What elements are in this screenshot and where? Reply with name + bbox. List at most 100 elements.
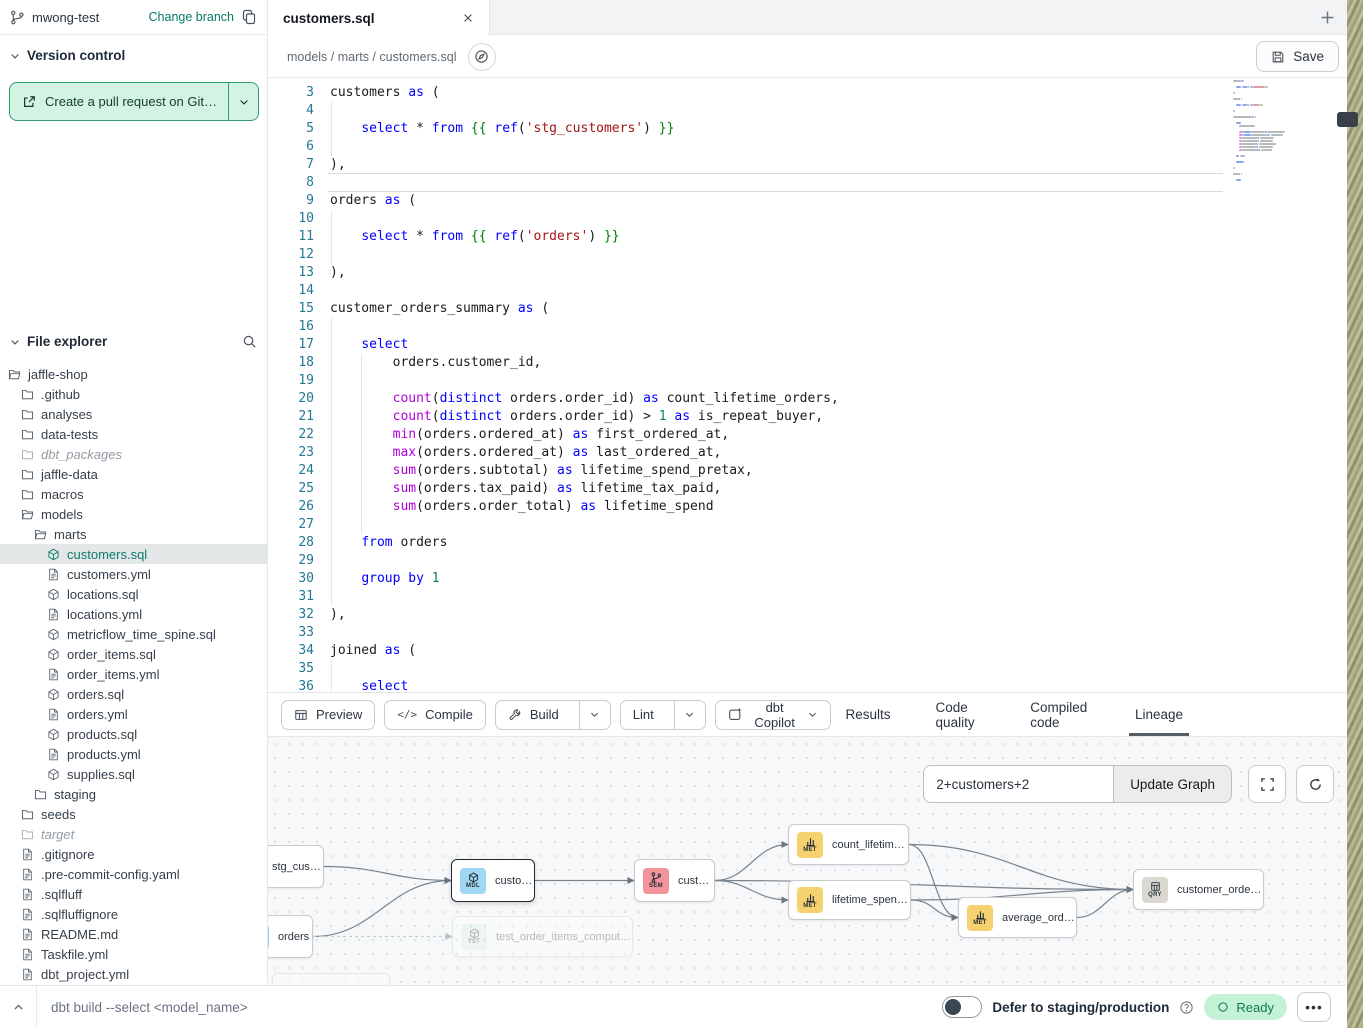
lineage-node-test_node[interactable]: TSTtest_order_items_compute_to_bools… [452,916,633,957]
line-number: 4 [268,102,314,120]
lineage-panel[interactable]: MDLstg_customers MDLorders MDLcustomers TST… [268,737,1347,985]
tree-item-metricflow_time_spine.sql[interactable]: metricflow_time_spine.sql [0,624,267,644]
line-content: count(distinct orders.order_id) as count… [314,390,839,408]
help-icon[interactable] [1179,1000,1194,1015]
lineage-selector-input[interactable] [923,765,1113,803]
refresh-button[interactable] [1296,765,1334,803]
tree-item-.pre-commit-config.yaml[interactable]: .pre-commit-config.yaml [0,864,267,884]
line-content: group by 1 [314,570,440,588]
tree-item-dbt_packages[interactable]: dbt_packages [0,444,267,464]
defer-toggle[interactable] [942,996,982,1018]
tree-item-macros[interactable]: macros [0,484,267,504]
tree-item-Taskfile.yml[interactable]: Taskfile.yml [0,944,267,964]
compile-button[interactable]: </> Compile [384,700,486,730]
copy-icon[interactable] [241,9,257,25]
create-pr-button[interactable]: Create a pull request on Git… [9,82,259,121]
tree-item-label: locations.sql [67,587,139,602]
command-text[interactable]: dbt build --select <model_name> [51,1000,248,1015]
line-number: 16 [268,318,314,336]
build-caret[interactable] [579,701,610,729]
tree-item-customers.sql[interactable]: customers.sql [0,544,267,564]
model-icon [47,548,60,561]
code-line-36: 36 select [268,678,1347,692]
line-content [314,210,330,228]
update-graph-button[interactable]: Update Graph [1113,765,1232,803]
tree-item-.sqlfluffignore[interactable]: .sqlfluffignore [0,904,267,924]
change-branch-link[interactable]: Change branch [149,10,234,24]
panel-tab-compiled-code[interactable]: Compiled code [1024,693,1096,736]
preview-button[interactable]: Preview [281,700,375,730]
scrollbar-thumb[interactable] [1337,112,1358,127]
code-line-27: 27 [268,516,1347,534]
tree-item-label: jaffle-shop [28,367,88,382]
line-content [314,660,330,678]
file-explorer-header[interactable]: File explorer [0,330,267,349]
tree-item-label: README.md [41,927,118,942]
tree-item-.sqlfluff[interactable]: .sqlfluff [0,884,267,904]
tree-item-customers.yml[interactable]: customers.yml [0,564,267,584]
panel-tab-code-quality[interactable]: Code quality [930,693,992,736]
tree-item-.github[interactable]: .github [0,384,267,404]
new-tab-icon[interactable] [1319,9,1336,26]
tab-customers-sql[interactable]: customers.sql [268,0,490,36]
tree-item-marts[interactable]: marts [0,524,267,544]
panel-tab-results[interactable]: Results [840,693,897,736]
tree-item-data-tests[interactable]: data-tests [0,424,267,444]
lineage-node-customers_mdl[interactable]: MDLcustomers [451,859,535,902]
tree-item-README.md[interactable]: README.md [0,924,267,944]
lineage-node-orders_src[interactable]: MDLorders [268,915,313,958]
tree-item-models[interactable]: models [0,504,267,524]
lineage-node-stg_customers[interactable]: MDLstg_customers [268,845,324,888]
tree-item-jaffle-shop[interactable]: jaffle-shop [0,364,267,384]
fullscreen-button[interactable] [1248,765,1286,803]
lineage-node-customer_order_metrics[interactable]: QRYcustomer_order_metrics [1133,869,1264,910]
create-pr-caret[interactable] [228,83,258,120]
version-control-title: Version control [27,48,125,63]
tree-item-products.sql[interactable]: products.sql [0,724,267,744]
tree-item-jaffle-data[interactable]: jaffle-data [0,464,267,484]
status-bar: dbt build --select <model_name> Defer to… [0,985,1347,1028]
tree-item-orders.yml[interactable]: orders.yml [0,704,267,724]
tree-item-orders.sql[interactable]: orders.sql [0,684,267,704]
folder-icon [21,388,34,401]
version-control-header[interactable]: Version control [9,48,258,63]
tree-item-seeds[interactable]: seeds [0,804,267,824]
tree-item-analyses[interactable]: analyses [0,404,267,424]
tree-item-locations.yml[interactable]: locations.yml [0,604,267,624]
tree-item-supplies.sql[interactable]: supplies.sql [0,764,267,784]
close-icon[interactable] [462,12,474,24]
code-editor[interactable]: 3customers as (45 select * from {{ ref('… [268,78,1347,692]
panel-tab-lineage[interactable]: Lineage [1129,693,1189,736]
met-badge-icon: MET [797,832,823,858]
compass-icon[interactable] [468,43,496,71]
tree-item-label: customers.sql [67,547,147,562]
lint-button[interactable]: Lint [621,701,666,729]
code-line-14: 14 [268,282,1347,300]
code-line-26: 26 sum(orders.order_total) as lifetime_s… [268,498,1347,516]
tree-item-order_items.sql[interactable]: order_items.sql [0,644,267,664]
save-button[interactable]: Save [1256,41,1339,72]
minimap[interactable] [1233,80,1323,182]
tree-item-order_items.yml[interactable]: order_items.yml [0,664,267,684]
line-number: 3 [268,84,314,102]
lineage-node-stub_node[interactable] [272,973,390,985]
tree-item-target[interactable]: target [0,824,267,844]
tree-item-label: orders.sql [67,687,124,702]
tree-item-staging[interactable]: staging [0,784,267,804]
lint-caret[interactable] [674,701,705,729]
collapse-panel-button[interactable] [0,986,37,1028]
more-options-button[interactable]: ••• [1297,992,1331,1022]
tree-item-locations.sql[interactable]: locations.sql [0,584,267,604]
dbt-copilot-button[interactable]: dbt Copilot [715,700,831,730]
search-icon[interactable] [242,334,257,349]
lineage-node-count_lifetime_orders[interactable]: METcount_lifetime_orders [788,824,909,865]
lineage-node-lifetime_spend_pretax[interactable]: METlifetime_spend_pretax [788,880,911,920]
build-button[interactable]: Build [496,701,571,729]
tree-item-.gitignore[interactable]: .gitignore [0,844,267,864]
tree-item-dbt_project.yml[interactable]: dbt_project.yml [0,964,267,984]
tree-item-products.yml[interactable]: products.yml [0,744,267,764]
lineage-node-customers_sem[interactable]: SEMcustomers [634,859,715,902]
line-content: select [314,336,408,354]
preview-label: Preview [316,707,362,722]
lineage-node-average_order_value[interactable]: METaverage_order_value [958,897,1077,938]
